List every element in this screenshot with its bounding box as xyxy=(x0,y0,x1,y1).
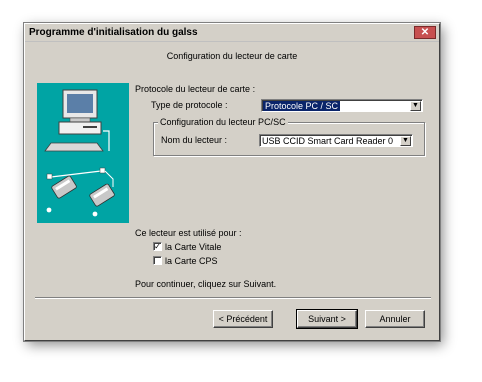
reader-name-value: USB CCID Smart Card Reader 0 xyxy=(262,136,394,146)
protocol-type-label: Type de protocole : xyxy=(151,100,228,110)
page-title: Configuration du lecteur de carte xyxy=(166,51,298,61)
close-button[interactable]: ✕ xyxy=(414,26,436,39)
carte-cps-label[interactable]: la Carte CPS xyxy=(165,256,218,266)
carte-cps-checkbox[interactable] xyxy=(153,256,162,265)
instruction-text: Pour continuer, cliquez sur Suivant. xyxy=(135,279,277,289)
reader-name-label: Nom du lecteur : xyxy=(161,135,228,145)
computer-and-reader-icon xyxy=(44,89,115,217)
installer-window: Programme d'initialisation du galss ✕ Co… xyxy=(24,23,440,341)
chevron-down-icon[interactable]: ▼ xyxy=(410,101,421,111)
usage-heading: Ce lecteur est utilisé pour : xyxy=(135,228,242,238)
protocol-type-value: Protocole PC / SC xyxy=(263,101,341,111)
title-bar: Programme d'initialisation du galss ✕ xyxy=(25,24,439,42)
next-button[interactable]: Suivant > xyxy=(296,309,358,329)
check-icon: ✓ xyxy=(154,242,161,251)
page-header: Configuration du lecteur de carte xyxy=(25,42,439,68)
pcsc-group-title: Configuration du lecteur PC/SC xyxy=(158,117,288,127)
footer-separator xyxy=(35,297,431,299)
carte-vitale-label[interactable]: la Carte Vitale xyxy=(165,242,221,252)
previous-button[interactable]: < Précédent xyxy=(213,310,273,328)
cancel-button[interactable]: Annuler xyxy=(365,310,425,328)
window-title: Programme d'initialisation du galss xyxy=(29,27,198,38)
chevron-down-icon[interactable]: ▼ xyxy=(400,136,411,146)
protocol-type-select[interactable]: Protocole PC / SC ▼ xyxy=(261,99,423,112)
close-icon: ✕ xyxy=(420,27,430,38)
protocol-heading: Protocole du lecteur de carte : xyxy=(135,84,256,94)
card-reader-illustration xyxy=(37,83,129,223)
carte-vitale-checkbox[interactable]: ✓ xyxy=(153,242,162,251)
reader-name-select[interactable]: USB CCID Smart Card Reader 0 ▼ xyxy=(259,134,413,147)
